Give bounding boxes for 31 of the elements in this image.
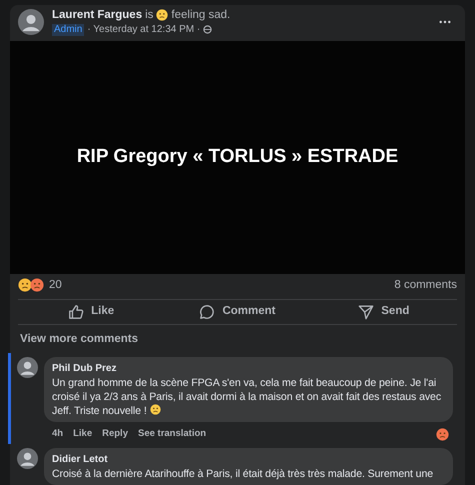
globe-icon	[203, 25, 212, 34]
send-icon	[358, 304, 374, 320]
comment-text: Croisé à la dernière Atarihouffe à Paris, il était déjà très très malade. Surement une	[52, 467, 434, 482]
thumbs-up-icon	[68, 304, 84, 320]
post-action-button[interactable]: Comment	[164, 300, 311, 324]
feeling-text: feeling sad.	[171, 8, 230, 23]
comment-count[interactable]: 8 comments	[394, 276, 457, 294]
avatar[interactable]	[17, 448, 38, 470]
admin-badge: Admin	[52, 24, 84, 36]
translation-link[interactable]: See translation	[138, 426, 206, 442]
avatar[interactable]	[18, 9, 44, 36]
comment-text: Un grand homme de la scène FPGA s'en va, cela me fait beaucoup de peine. Je l'ai croisé il ya 2/3 ans à Paris, il avait dormi à la maison et on avait fait des restaus avec Jeff. Triste nouvelle !	[52, 376, 442, 418]
image-caption: RIP Gregory « TORLUS » ESTRADE	[76, 145, 398, 170]
view-more-comments-link[interactable]: View more comments	[10, 330, 148, 348]
post-image[interactable]: RIP Gregory « TORLUS » ESTRADE	[10, 41, 465, 274]
sad-face-icon	[156, 9, 168, 22]
status-text: is	[145, 8, 154, 23]
post-action-button[interactable]: Like	[18, 300, 164, 324]
author-name[interactable]: Laurent Fargues	[52, 8, 142, 23]
reply-link[interactable]: Reply	[102, 426, 128, 442]
avatar[interactable]	[17, 357, 38, 378]
sad-face-icon	[150, 404, 161, 416]
more-options-icon[interactable]	[439, 20, 451, 24]
post-time[interactable]: · Yesterday at 12:34 PM ·	[87, 24, 200, 36]
comment-author[interactable]: Didier Letot	[52, 452, 445, 468]
reaction-count[interactable]: 20	[49, 276, 62, 294]
like-link[interactable]: Like	[73, 426, 92, 442]
speech-bubble-icon	[199, 304, 216, 320]
comment-author[interactable]: Phil Dub Prez	[52, 361, 445, 376]
comment-time[interactable]: 4h	[52, 426, 64, 442]
post-action-button[interactable]: Send	[310, 300, 457, 324]
